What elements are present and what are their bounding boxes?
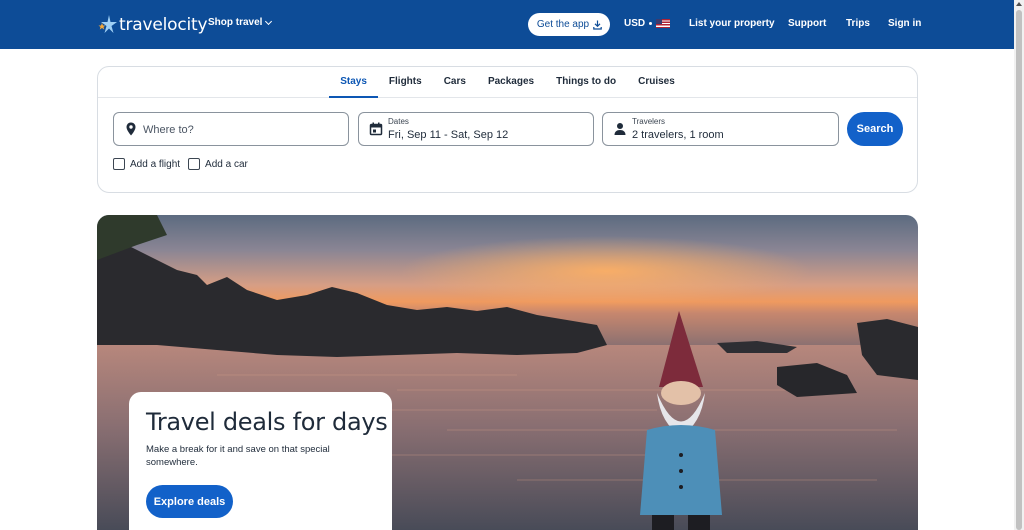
tab-stays[interactable]: Stays [329, 67, 378, 98]
chevron-down-icon [265, 17, 273, 25]
travelers-input[interactable]: Travelers 2 travelers, 1 room [602, 112, 839, 146]
travelers-value: 2 travelers, 1 room [632, 129, 724, 141]
top-header: travelocity Shop travel Get the app USD … [0, 0, 1014, 49]
tab-flights[interactable]: Flights [378, 67, 433, 97]
scroll-up-icon[interactable] [1016, 2, 1022, 6]
checkbox-box[interactable] [113, 158, 125, 170]
dates-label: Dates [388, 117, 409, 126]
add-ons: Add a flight Add a car [113, 158, 248, 170]
currency-selector[interactable]: USD [624, 18, 671, 29]
separator-dot [649, 22, 653, 25]
search-tabs: Stays Flights Cars Packages Things to do… [98, 67, 917, 98]
tab-cars[interactable]: Cars [433, 67, 477, 97]
add-car-checkbox[interactable]: Add a car [188, 158, 248, 170]
deal-card: Travel deals for days Make a break for i… [129, 392, 392, 530]
brand-name: travelocity [119, 15, 208, 35]
travelocity-star-icon [97, 14, 119, 36]
calendar-icon [369, 122, 383, 136]
sign-in-link[interactable]: Sign in [888, 18, 921, 29]
page: travelocity Shop travel Get the app USD … [0, 0, 1024, 530]
trips-link[interactable]: Trips [846, 18, 870, 29]
tab-things-to-do[interactable]: Things to do [545, 67, 627, 97]
tab-cruises[interactable]: Cruises [627, 67, 686, 97]
add-car-label: Add a car [205, 158, 248, 170]
checkbox-box[interactable] [188, 158, 201, 170]
download-icon [593, 20, 602, 30]
currency-label: USD [624, 18, 646, 29]
get-the-app-label: Get the app [536, 19, 590, 30]
search-panel: Stays Flights Cars Packages Things to do… [97, 66, 918, 193]
deal-subtitle: Make a break for it and save on that spe… [146, 444, 330, 468]
list-property-link[interactable]: List your property [689, 18, 775, 29]
tab-packages[interactable]: Packages [477, 67, 545, 97]
scrollbar-thumb[interactable] [1016, 10, 1022, 530]
us-flag-icon [656, 19, 671, 28]
deal-title: Travel deals for days [146, 408, 388, 436]
shop-travel-label: Shop travel [208, 17, 263, 28]
support-link[interactable]: Support [788, 18, 826, 29]
destination-placeholder: Where to? [143, 124, 194, 136]
travelocity-logo[interactable]: travelocity [97, 12, 208, 38]
get-the-app-button[interactable]: Get the app [528, 13, 610, 36]
search-button[interactable]: Search [847, 112, 903, 146]
page-scrollbar[interactable] [1014, 0, 1024, 530]
add-flight-checkbox[interactable]: Add a flight [113, 158, 180, 170]
add-flight-label: Add a flight [130, 158, 181, 170]
travelers-label: Travelers [632, 117, 666, 126]
person-icon [613, 122, 627, 136]
location-pin-icon [124, 122, 138, 136]
dates-input[interactable]: Dates Fri, Sep 11 - Sat, Sep 12 [358, 112, 594, 146]
explore-deals-button[interactable]: Explore deals [146, 485, 233, 518]
shop-travel-menu[interactable]: Shop travel [208, 17, 273, 28]
dates-value: Fri, Sep 11 - Sat, Sep 12 [388, 129, 509, 141]
destination-input[interactable]: Where to? [113, 112, 349, 146]
